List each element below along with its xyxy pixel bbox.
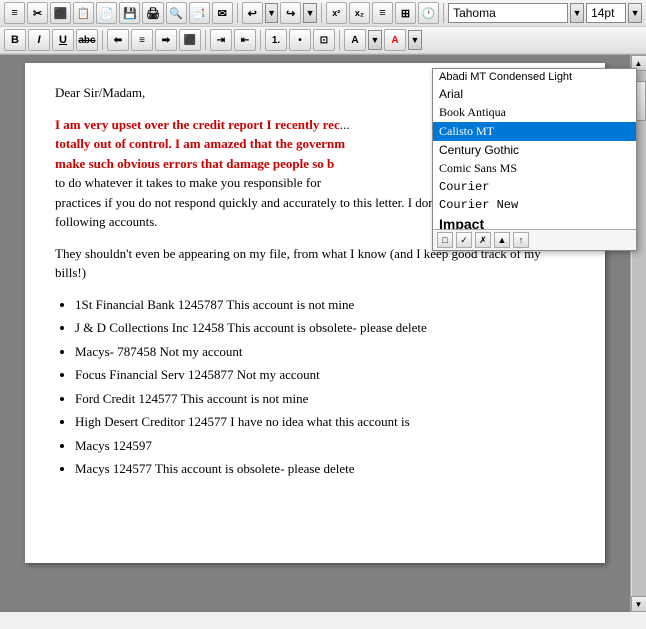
normal-text-1: ... [340, 117, 350, 132]
bullets-btn[interactable]: • [289, 29, 311, 51]
font-size-dropdown[interactable]: ▼ [628, 3, 642, 23]
highlight-dropdown[interactable]: ▼ [368, 30, 382, 50]
borders-btn[interactable]: ⊡ [313, 29, 335, 51]
normal-text-2: to do whatever it takes to make you resp… [55, 175, 321, 190]
separator-2 [321, 3, 322, 23]
toolbar-btn-7[interactable]: 🖨 [142, 2, 163, 24]
highlight-color-btn[interactable]: A [344, 29, 366, 51]
toolbar-btn-6[interactable]: 💾 [119, 2, 140, 24]
list-item: 1St Financial Bank 1245787 This account … [75, 295, 575, 315]
font-item-calisto-mt[interactable]: Calisto MT [433, 122, 636, 141]
font-item-comic-sans[interactable]: Comic Sans MS [433, 159, 636, 178]
toolbar-btn-5[interactable]: 📄 [96, 2, 117, 24]
undo-dropdown[interactable]: ▼ [265, 3, 278, 23]
subscript-button[interactable]: x₂ [349, 2, 370, 24]
font-size-input[interactable] [586, 3, 626, 23]
font-item-century-gothic[interactable]: Century Gothic [433, 141, 636, 159]
footer-btn-square[interactable]: □ [437, 232, 453, 248]
list-item: Macys 124597 [75, 436, 575, 456]
account-list: 1St Financial Bank 1245787 This account … [75, 295, 575, 479]
font-name-input[interactable] [448, 3, 568, 23]
separator-1 [237, 3, 238, 23]
font-dropdown: Abadi MT Condensed Light Arial Book Anti… [432, 68, 637, 251]
strikethrough-button[interactable]: abc [76, 29, 98, 51]
list-item: J & D Collections Inc 12458 This account… [75, 318, 575, 338]
list-item: Focus Financial Serv 1245877 Not my acco… [75, 365, 575, 385]
toolbar-btn-8[interactable]: 🔍 [166, 2, 187, 24]
font-color-btn[interactable]: A [384, 29, 406, 51]
footer-btn-x[interactable]: ✗ [475, 232, 491, 248]
toolbar-row2: B I U abc ⬅ ≡ ➡ ⬛ ⇥ ⇤ 1. • ⊡ A ▼ A ▼ [0, 27, 646, 54]
superscript-button[interactable]: x² [326, 2, 347, 24]
toolbar-btn-2[interactable]: ✂ [27, 2, 48, 24]
font-item-courier-new[interactable]: Courier New [433, 196, 636, 214]
font-item-book-antiqua[interactable]: Book Antiqua [433, 103, 636, 122]
align-left-button[interactable]: ≡ [372, 2, 393, 24]
table-button[interactable]: ⊞ [395, 2, 416, 24]
justify-btn[interactable]: ⬛ [179, 29, 201, 51]
list-item: Macys- 787458 Not my account [75, 342, 575, 362]
separator-6 [260, 30, 261, 50]
undo-button[interactable]: ↩ [242, 2, 263, 24]
separator-3 [443, 3, 444, 23]
toolbar-container: ≡ ✂ ⬛ 📋 📄 💾 🖨 🔍 📑 ✉ ↩ ▼ ↪ ▼ x² x₂ ≡ ⊞ 🕐 … [0, 0, 646, 55]
align-center-btn[interactable]: ≡ [131, 29, 153, 51]
list-item: Macys 124577 This account is obsolete- p… [75, 459, 575, 479]
dropdown-footer: □ ✓ ✗ ▲ ↑ [433, 229, 636, 250]
list-item: High Desert Creditor 124577 I have no id… [75, 412, 575, 432]
indent-decrease-btn[interactable]: ⇤ [234, 29, 256, 51]
clock-button[interactable]: 🕐 [418, 2, 439, 24]
font-name-dropdown[interactable]: ▼ [570, 3, 584, 23]
footer-btn-check[interactable]: ✓ [456, 232, 472, 248]
toolbar-btn-9[interactable]: 📑 [189, 2, 210, 24]
toolbar-row1: ≡ ✂ ⬛ 📋 📄 💾 🖨 🔍 📑 ✉ ↩ ▼ ↪ ▼ x² x₂ ≡ ⊞ 🕐 … [0, 0, 646, 27]
italic-button[interactable]: I [28, 29, 50, 51]
font-list[interactable]: Abadi MT Condensed Light Arial Book Anti… [433, 69, 636, 229]
red-text-1: I am very upset over the credit report I… [55, 117, 334, 132]
scroll-down-arrow[interactable]: ▼ [631, 596, 646, 612]
font-color-dropdown[interactable]: ▼ [408, 30, 422, 50]
numbering-btn[interactable]: 1. [265, 29, 287, 51]
red-text-2: totally out of control. I am amazed that… [55, 136, 345, 151]
toolbar-btn-3[interactable]: ⬛ [50, 2, 71, 24]
separator-7 [339, 30, 340, 50]
indent-increase-btn[interactable]: ⇥ [210, 29, 232, 51]
font-item-arial[interactable]: Arial [433, 85, 636, 103]
footer-btn-cursor[interactable]: ▲ [494, 232, 510, 248]
redo-dropdown[interactable]: ▼ [303, 3, 316, 23]
font-selector: ▼ ▼ [448, 3, 642, 23]
red-text-3: make such obvious errors that damage peo… [55, 156, 334, 171]
bold-button[interactable]: B [4, 29, 26, 51]
toolbar-btn-1[interactable]: ≡ [4, 2, 25, 24]
font-item-courier[interactable]: Courier [433, 178, 636, 196]
footer-btn-arrow[interactable]: ↑ [513, 232, 529, 248]
font-item-abadi-mt[interactable]: Abadi MT Condensed Light [433, 69, 636, 85]
align-right-btn[interactable]: ➡ [155, 29, 177, 51]
separator-5 [205, 30, 206, 50]
toolbar-btn-4[interactable]: 📋 [73, 2, 94, 24]
align-left-btn[interactable]: ⬅ [107, 29, 129, 51]
list-item: Ford Credit 124577 This account is not m… [75, 389, 575, 409]
font-item-impact[interactable]: Impact [433, 214, 636, 229]
separator-4 [102, 30, 103, 50]
toolbar-btn-10[interactable]: ✉ [212, 2, 233, 24]
redo-button[interactable]: ↪ [280, 2, 301, 24]
underline-button[interactable]: U [52, 29, 74, 51]
